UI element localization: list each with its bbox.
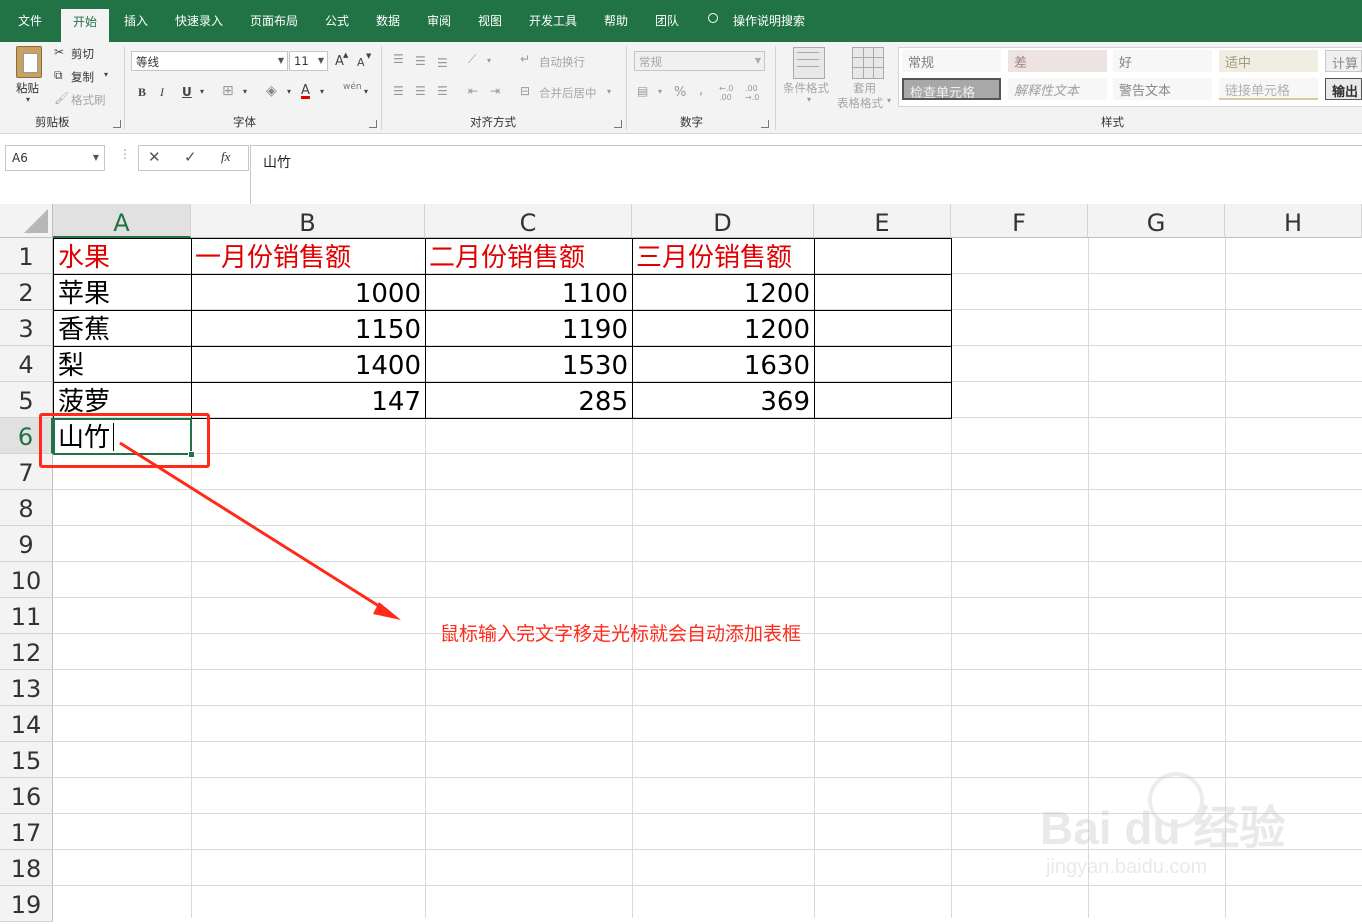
watermark-logo: Bai du 经验 [1040, 802, 1286, 854]
annotation-text: 鼠标输入完文字移走光标就会自动添加表框 [440, 623, 802, 645]
baidu-jingyan-watermark: Bai du 经验 jingyan.baidu.com [1040, 770, 1350, 890]
watermark-url: jingyan.baidu.com [1046, 856, 1208, 878]
